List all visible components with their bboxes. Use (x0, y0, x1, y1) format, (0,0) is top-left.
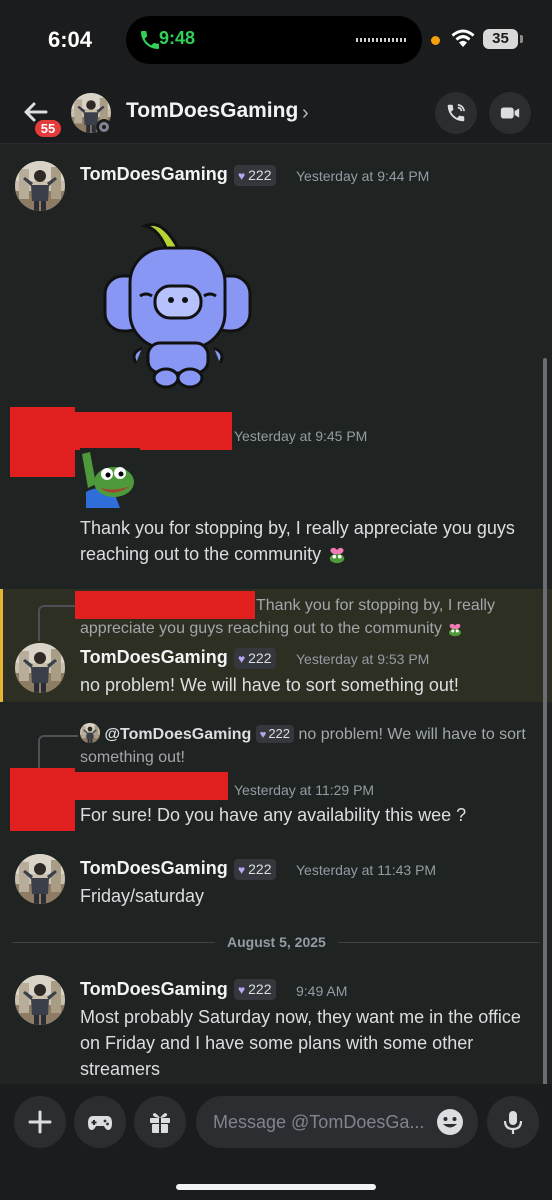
author-name[interactable]: TomDoesGaming (80, 164, 228, 185)
battery-cap (520, 35, 523, 43)
reply-preview[interactable]: Thank you for stopping by, I really appr… (80, 594, 530, 640)
redacted-avatar (10, 768, 75, 831)
avatar[interactable] (15, 643, 65, 693)
timestamp: Yesterday at 9:44 PM (296, 168, 430, 184)
dynamic-island[interactable]: 9:48 (126, 16, 422, 64)
message-list[interactable]: TomDoesGaming ♥ 222 Yesterday at 9:44 PM … (0, 144, 552, 1084)
wifi-icon (451, 29, 475, 47)
phone-call-icon (447, 103, 466, 122)
video-camera-icon (500, 107, 520, 119)
avatar[interactable] (15, 854, 65, 904)
guild-tag[interactable]: ♥ 222 (234, 648, 277, 669)
message-text: no problem! We will have to sort somethi… (80, 675, 459, 695)
mic-in-use-indicator (431, 36, 440, 45)
heart-icon: ♥ (238, 169, 246, 183)
add-attachment-button[interactable] (14, 1096, 66, 1148)
guild-tag-text: 222 (268, 726, 291, 741)
gift-icon (150, 1113, 170, 1133)
battery-level: 35 (483, 29, 518, 49)
heart-icon: ♥ (238, 652, 246, 666)
divider-line (338, 942, 540, 943)
activities-button[interactable] (74, 1096, 126, 1148)
microphone-icon (503, 1111, 523, 1134)
redacted-username (75, 772, 228, 800)
timestamp: Yesterday at 11:43 PM (296, 862, 437, 878)
gamepad-icon (88, 1116, 112, 1130)
heart-icon: ♥ (259, 729, 267, 741)
avatar[interactable] (15, 975, 65, 1025)
heart-icon: ♥ (238, 983, 246, 997)
gift-button[interactable] (134, 1096, 186, 1148)
heart-icon: ♥ (238, 863, 246, 877)
message-text: For sure! Do you have any availability t… (80, 805, 467, 825)
guild-tag[interactable]: ♥ 222 (234, 979, 277, 1000)
voice-message-button[interactable] (487, 1096, 539, 1148)
status-bar: 6:04 9:48 35 (0, 0, 552, 80)
reply-author[interactable]: @TomDoesGaming (104, 726, 251, 743)
avatar (80, 723, 100, 743)
reply-spine (38, 605, 76, 641)
reply-spine (38, 735, 78, 769)
scrollbar[interactable] (543, 358, 547, 1084)
redacted-username (75, 412, 232, 450)
divider-line (12, 942, 215, 943)
emoji-picker-icon[interactable] (436, 1108, 464, 1136)
message-text: Friday/saturday (80, 886, 205, 906)
dm-header: 55 TomDoesGaming › (0, 80, 552, 144)
date-divider: August 5, 2025 (227, 934, 326, 950)
guild-tag-text: 222 (248, 861, 272, 877)
reply-preview-text: Thank you for stopping by, I really appr… (80, 597, 495, 637)
pepe-wave-emoji[interactable] (80, 448, 140, 508)
dm-title[interactable]: TomDoesGaming (126, 99, 298, 123)
author-name[interactable]: TomDoesGaming (80, 647, 228, 668)
audio-waveform-icon (356, 38, 408, 42)
author-name[interactable]: TomDoesGaming (80, 858, 228, 879)
reply-preview[interactable]: @TomDoesGaming ♥ 222 no problem! We will … (80, 723, 530, 769)
home-indicator[interactable] (176, 1184, 376, 1190)
pepe-heart-emoji (326, 542, 348, 564)
call-duration: 9:48 (159, 28, 196, 48)
mention-highlight-bar (0, 589, 3, 702)
message-body: Thank you for stopping by, I really appr… (80, 518, 515, 564)
unread-badge: 55 (33, 118, 63, 139)
timestamp: Yesterday at 9:45 PM (234, 428, 368, 444)
voice-call-button[interactable] (435, 92, 477, 134)
pepe-heart-emoji (446, 619, 464, 637)
status-time: 6:04 (48, 27, 93, 52)
video-call-button[interactable] (489, 92, 531, 134)
guild-tag[interactable]: ♥ 222 (234, 165, 277, 186)
offline-status-icon (96, 119, 112, 135)
message-text: Most probably Saturday now, they want me… (80, 1007, 521, 1079)
redacted-avatar (10, 407, 75, 477)
guild-tag-text: 222 (248, 981, 272, 997)
timestamp: Yesterday at 11:29 PM (234, 782, 375, 798)
timestamp: 9:49 AM (296, 983, 348, 999)
avatar[interactable] (15, 161, 65, 211)
timestamp: Yesterday at 9:53 PM (296, 651, 430, 667)
plus-icon (28, 1110, 52, 1134)
wumpus-sticker[interactable] (100, 218, 255, 393)
chevron-right-icon[interactable]: › (302, 102, 309, 125)
guild-tag: ♥ 222 (255, 725, 295, 743)
guild-tag[interactable]: ♥ 222 (234, 859, 277, 880)
guild-tag-text: 222 (248, 650, 272, 666)
composer (0, 1084, 552, 1200)
author-name[interactable]: TomDoesGaming (80, 979, 228, 1000)
message-text: Thank you for stopping by, I really appr… (80, 515, 540, 567)
guild-tag-text: 222 (248, 167, 272, 183)
